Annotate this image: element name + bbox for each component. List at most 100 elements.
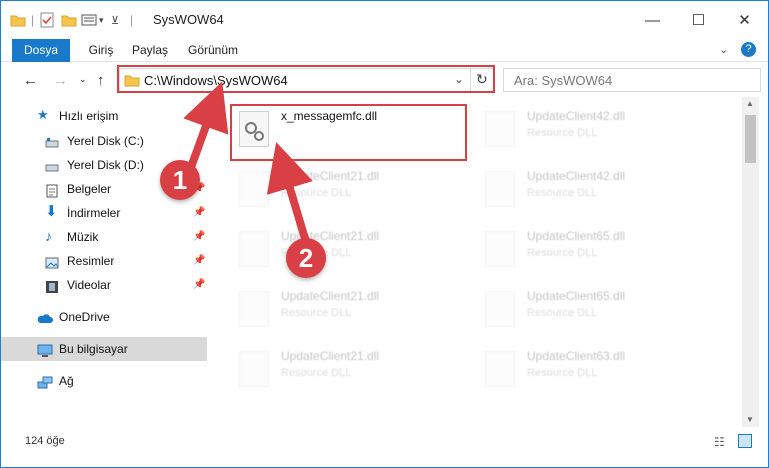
sidebar-item-this-pc[interactable]: Bu bilgisayar bbox=[1, 337, 207, 361]
dll-file-icon bbox=[485, 171, 515, 207]
pin-icon[interactable]: 📌 bbox=[193, 249, 205, 273]
tab-view[interactable]: Görünüm bbox=[181, 39, 245, 62]
pin-icon[interactable]: 📌 bbox=[193, 201, 205, 225]
computer-icon bbox=[37, 342, 53, 357]
file-item[interactable]: UpdateClient21.dll Resource DLL bbox=[233, 163, 473, 219]
vertical-scrollbar[interactable]: ▲ ▼ bbox=[742, 97, 759, 427]
document-icon bbox=[45, 182, 59, 198]
download-icon: ⬇ bbox=[45, 203, 58, 220]
cloud-icon bbox=[37, 310, 53, 324]
step-badge-1: 1 bbox=[160, 160, 200, 200]
large-icons-view-icon[interactable] bbox=[738, 434, 752, 448]
close-button[interactable]: ✕ bbox=[722, 1, 767, 39]
file-highlight-box bbox=[230, 104, 467, 161]
file-item[interactable]: UpdateClient21.dll Resource DLL bbox=[233, 283, 473, 339]
pictures-icon bbox=[45, 254, 59, 269]
item-count: 124 öğe bbox=[25, 435, 65, 447]
sidebar-item-label: Yerel Disk (D:) bbox=[67, 158, 144, 172]
file-name: UpdateClient65.dll bbox=[527, 289, 626, 303]
window-title: SysWOW64 bbox=[153, 12, 224, 27]
network-icon bbox=[37, 374, 53, 389]
new-folder-icon[interactable] bbox=[61, 11, 77, 29]
dll-file-icon bbox=[239, 171, 269, 207]
sidebar-item-label: Bu bilgisayar bbox=[59, 342, 128, 356]
search-input[interactable]: Ara: SysWOW64 bbox=[503, 68, 761, 92]
help-icon[interactable]: ? bbox=[741, 42, 756, 57]
scroll-down-icon[interactable]: ▼ bbox=[746, 415, 754, 424]
back-arrow-icon[interactable]: ← bbox=[23, 72, 38, 89]
file-name: UpdateClient42.dll bbox=[527, 109, 626, 123]
file-item[interactable]: UpdateClient42.dll Resource DLL bbox=[479, 163, 719, 219]
dll-file-icon bbox=[485, 291, 515, 327]
sidebar-item-onedrive[interactable]: OneDrive bbox=[1, 305, 207, 329]
ribbon: Dosya Giriş Paylaş Görünüm ⌄ ? bbox=[1, 39, 768, 62]
file-name: UpdateClient65.dll bbox=[527, 229, 626, 243]
pin-icon[interactable]: 📌 bbox=[193, 273, 205, 297]
separator: | bbox=[130, 13, 134, 27]
scrollbar-thumb[interactable] bbox=[745, 115, 756, 163]
dll-file-icon bbox=[485, 231, 515, 267]
file-name: UpdateClient21.dll bbox=[281, 169, 380, 183]
dll-file-icon bbox=[239, 291, 269, 327]
file-name: UpdateClient21.dll bbox=[281, 289, 380, 303]
sidebar-item-quick-access[interactable]: ★ Hızlı erişim bbox=[1, 104, 207, 128]
title-bar: | ▾ ⊻ | SysWOW64 — ☐ ✕ bbox=[1, 1, 768, 39]
sidebar-item-label: Hızlı erişim bbox=[59, 109, 119, 123]
minimize-button[interactable]: — bbox=[630, 1, 675, 39]
sidebar-item-label: İndirmeler bbox=[67, 206, 121, 220]
file-item[interactable]: UpdateClient65.dll Resource DLL bbox=[479, 223, 719, 279]
tab-file[interactable]: Dosya bbox=[12, 39, 70, 62]
chevron-down-icon[interactable]: ▾ bbox=[99, 11, 104, 29]
forward-arrow-icon[interactable]: → bbox=[53, 72, 68, 89]
tab-share[interactable]: Paylaş bbox=[125, 39, 175, 62]
close-icon: ✕ bbox=[738, 12, 751, 29]
sidebar-item-pictures[interactable]: Resimler 📌 bbox=[1, 249, 207, 273]
tab-home[interactable]: Giriş bbox=[79, 39, 123, 62]
file-item[interactable]: UpdateClient21.dll Resource DLL bbox=[233, 223, 473, 279]
navigation-pane: ★ Hızlı erişim Yerel Disk (C:) Yerel Dis… bbox=[1, 97, 209, 427]
recent-locations-icon[interactable]: ⌄ bbox=[79, 74, 87, 85]
file-item[interactable]: UpdateClient21.dll Resource DLL bbox=[233, 343, 473, 399]
sidebar-item-label: Müzik bbox=[67, 230, 99, 244]
file-type: Resource DLL bbox=[281, 307, 352, 319]
scroll-up-icon[interactable]: ▲ bbox=[746, 99, 754, 108]
dll-file-icon bbox=[485, 111, 515, 147]
drive-icon bbox=[45, 158, 59, 172]
sidebar-item-label: OneDrive bbox=[59, 310, 110, 324]
properties-icon[interactable] bbox=[39, 11, 55, 29]
file-item[interactable]: UpdateClient42.dll Resource DLL bbox=[479, 103, 719, 159]
sidebar-item-downloads[interactable]: ⬇ İndirmeler 📌 bbox=[1, 201, 207, 225]
file-type: Resource DLL bbox=[527, 307, 598, 319]
drive-icon bbox=[45, 134, 59, 148]
address-highlight-box bbox=[117, 65, 495, 93]
sidebar-item-disk-c[interactable]: Yerel Disk (C:) bbox=[1, 129, 207, 153]
sidebar-item-label: Belgeler bbox=[67, 182, 112, 196]
sidebar-item-label: Yerel Disk (C:) bbox=[67, 134, 144, 148]
dll-file-icon bbox=[485, 351, 515, 387]
file-item[interactable]: UpdateClient63.dll Resource DLL bbox=[479, 343, 719, 399]
file-name: UpdateClient42.dll bbox=[527, 169, 626, 183]
details-view-icon[interactable]: ☷ bbox=[714, 435, 725, 449]
status-bar: 124 öğe ☷ bbox=[1, 429, 768, 467]
video-icon bbox=[45, 278, 59, 293]
file-type: Resource DLL bbox=[527, 247, 598, 259]
star-icon: ★ bbox=[37, 107, 49, 122]
chevron-down-icon[interactable]: ⌄ bbox=[719, 43, 728, 56]
maximize-icon: ☐ bbox=[691, 12, 706, 29]
sidebar-item-label: Videolar bbox=[67, 278, 111, 292]
sidebar-item-music[interactable]: ♪ Müzik 📌 bbox=[1, 225, 207, 249]
file-type: Resource DLL bbox=[281, 187, 352, 199]
up-arrow-icon[interactable]: ↑ bbox=[97, 72, 105, 89]
file-item[interactable]: UpdateClient65.dll Resource DLL bbox=[479, 283, 719, 339]
file-type: Resource DLL bbox=[281, 367, 352, 379]
view-options-icon[interactable] bbox=[81, 11, 97, 29]
sidebar-item-videos[interactable]: Videolar 📌 bbox=[1, 273, 207, 297]
file-type: Resource DLL bbox=[527, 367, 598, 379]
file-type: Resource DLL bbox=[527, 187, 598, 199]
search-placeholder: Ara: SysWOW64 bbox=[514, 73, 613, 88]
maximize-button[interactable]: ☐ bbox=[676, 1, 721, 39]
sidebar-item-network[interactable]: Ağ bbox=[1, 369, 207, 393]
file-name: UpdateClient21.dll bbox=[281, 349, 380, 363]
customize-toolbar-icon[interactable]: ⊻ bbox=[111, 11, 119, 29]
pin-icon[interactable]: 📌 bbox=[193, 225, 205, 249]
